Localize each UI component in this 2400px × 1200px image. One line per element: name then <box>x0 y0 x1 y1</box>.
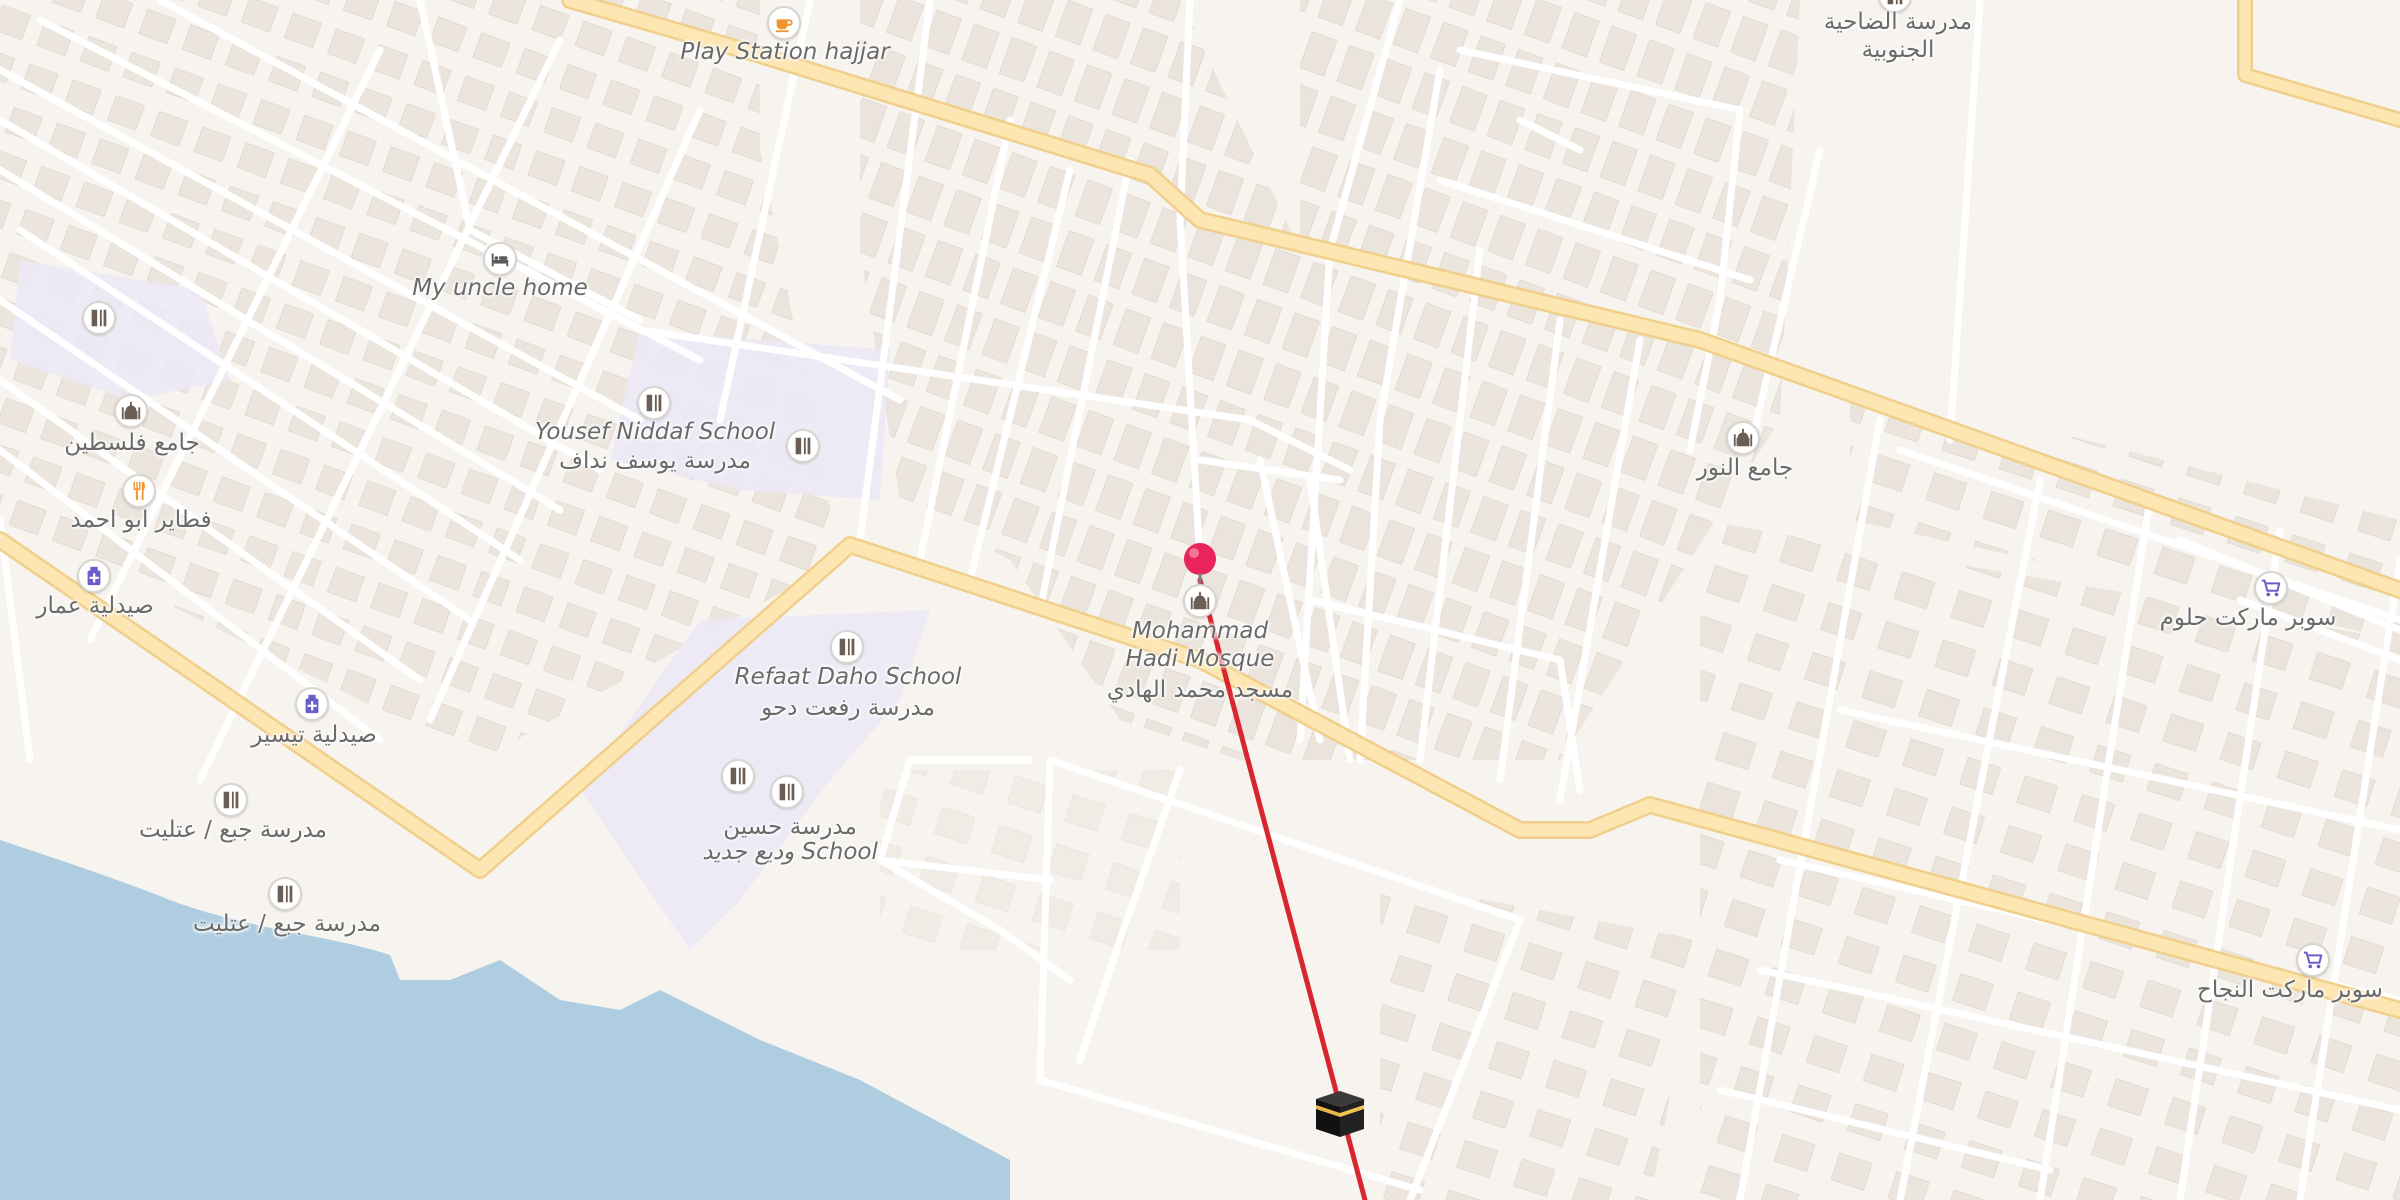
label-refaat-daho-ar: مدرسة رفعت دحو <box>761 695 935 721</box>
poi-hussein-school[interactable] <box>721 759 755 793</box>
school-icon <box>91 309 107 327</box>
school-icon <box>223 791 239 809</box>
poi-najah-market[interactable] <box>2296 943 2330 977</box>
label-najah-market: سوبر ماركت النجاح <box>2197 977 2383 1003</box>
lodging-icon <box>491 253 509 267</box>
school-icon <box>779 783 795 801</box>
poi-yousef-niddaf[interactable] <box>637 386 671 420</box>
label-refaat-daho: Refaat Daho School <box>734 664 962 690</box>
poi-palestine-mosque[interactable] <box>114 394 148 428</box>
label-yousef-niddaf-ar: مدرسة يوسف نداف <box>559 448 751 474</box>
pharmacy-icon <box>87 566 101 586</box>
label-mohammad-hadi-2: Hadi Mosque <box>1125 646 1275 672</box>
label-uncle-home: My uncle home <box>412 275 588 301</box>
mosque-icon <box>121 401 141 420</box>
label-taiseer-pharmacy: صيدلية تيسير <box>251 722 377 748</box>
shop-icon <box>2303 951 2323 969</box>
label-palestine-mosque: جامع فلسطين <box>64 430 200 456</box>
mosque-icon <box>1190 591 1210 610</box>
label-yousef-niddaf: Yousef Niddaf School <box>534 419 776 445</box>
cafe-icon <box>775 19 793 33</box>
poi-taiseer-pharmacy[interactable] <box>295 687 329 721</box>
poi-uncle-home[interactable] <box>483 242 517 276</box>
label-playstation: Play Station hajjar <box>680 39 890 65</box>
poi-refaat-daho[interactable] <box>830 630 864 664</box>
restaurant-icon <box>133 481 145 501</box>
shop-icon <box>2261 579 2281 597</box>
label-ammar-pharmacy: صيدلية عمار <box>36 593 154 619</box>
poi-school-yousef-2[interactable] <box>786 429 820 463</box>
label-jabaa-school-1: مدرسة جبع / عتليت <box>139 817 327 843</box>
label-hussein-school: مدرسة حسين <box>723 814 857 840</box>
label-hussein-school-2: وديع جديد School <box>702 839 878 865</box>
map-view[interactable]: Play Station hajjar مدرسة الضاحية الجنوب… <box>0 0 2400 1200</box>
label-south-school: مدرسة الضاحية الجنوبية <box>1823 9 1973 63</box>
pharmacy-icon <box>305 694 319 714</box>
pin-icon <box>1184 543 1216 587</box>
label-mohammad-hadi-ar: مسجد محمد الهادي <box>1106 677 1294 703</box>
label-jabaa-school-2: مدرسة جبع / عتليت <box>193 911 381 937</box>
school-icon <box>277 885 293 903</box>
school-icon <box>839 638 855 656</box>
poi-school-west[interactable] <box>82 301 116 335</box>
mosque-icon <box>1733 428 1753 447</box>
label-halloum-market: سوبر ماركت حلوم <box>2159 605 2337 631</box>
poi-jabaa-school-2[interactable] <box>268 877 302 911</box>
school-icon <box>730 767 746 785</box>
poi-jabaa-school-1[interactable] <box>214 783 248 817</box>
poi-halloum-market[interactable] <box>2254 571 2288 605</box>
school-icon <box>1887 0 1903 5</box>
label-mohammad-hadi: Mohammad <box>1131 618 1269 644</box>
kaaba[interactable] <box>1312 1085 1368 1145</box>
poi-mohammad-hadi[interactable] <box>1183 584 1217 618</box>
label-abu-ahmad: فطاير ابو احمد <box>70 507 212 533</box>
poi-abu-ahmad[interactable] <box>122 474 156 508</box>
poi-noor-mosque[interactable] <box>1726 421 1760 455</box>
poi-playstation[interactable] <box>767 6 801 40</box>
label-noor-mosque: جامع النور <box>1696 455 1794 481</box>
kaaba-icon <box>1316 1091 1364 1137</box>
poi-ammar-pharmacy[interactable] <box>77 559 111 593</box>
school-icon <box>646 394 662 412</box>
school-icon <box>795 437 811 455</box>
poi-hussein-school-2[interactable] <box>770 775 804 809</box>
